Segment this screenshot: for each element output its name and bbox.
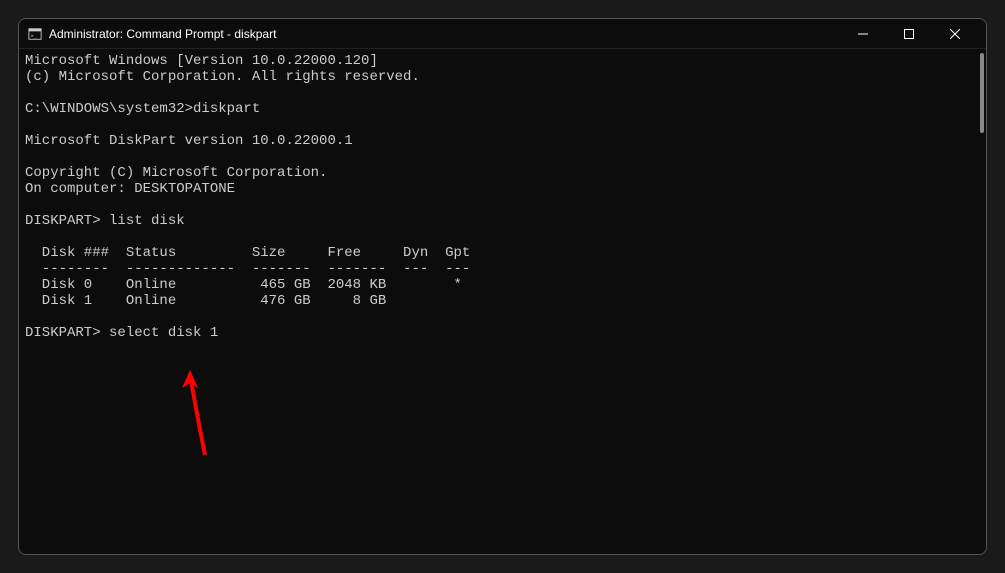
output-line: (c) Microsoft Corporation. All rights re… (25, 69, 420, 85)
terminal-output: Microsoft Windows [Version 10.0.22000.12… (25, 53, 980, 341)
output-line: DISKPART> select disk 1 (25, 325, 218, 341)
svg-text:>_: >_ (31, 33, 38, 39)
titlebar[interactable]: >_ Administrator: Command Prompt - diskp… (19, 19, 986, 49)
window-controls (840, 19, 978, 49)
output-line: Microsoft DiskPart version 10.0.22000.1 (25, 133, 353, 149)
output-line: Microsoft Windows [Version 10.0.22000.12… (25, 53, 378, 69)
cmd-icon: >_ (27, 26, 43, 42)
output-line: -------- ------------- ------- ------- -… (25, 261, 470, 277)
output-line: DISKPART> list disk (25, 213, 185, 229)
output-line: Disk ### Status Size Free Dyn Gpt (25, 245, 470, 261)
terminal-body[interactable]: Microsoft Windows [Version 10.0.22000.12… (19, 49, 986, 554)
output-line: Disk 1 Online 476 GB 8 GB (25, 293, 386, 309)
output-line: Copyright (C) Microsoft Corporation. (25, 165, 327, 181)
scrollbar[interactable] (980, 53, 984, 133)
command-prompt-window: >_ Administrator: Command Prompt - diskp… (18, 18, 987, 555)
output-line: C:\WINDOWS\system32>diskpart (25, 101, 260, 117)
maximize-button[interactable] (886, 19, 932, 49)
close-button[interactable] (932, 19, 978, 49)
minimize-button[interactable] (840, 19, 886, 49)
output-line: On computer: DESKTOPATONE (25, 181, 235, 197)
output-line: Disk 0 Online 465 GB 2048 KB * (25, 277, 462, 293)
window-title: Administrator: Command Prompt - diskpart (49, 27, 840, 41)
